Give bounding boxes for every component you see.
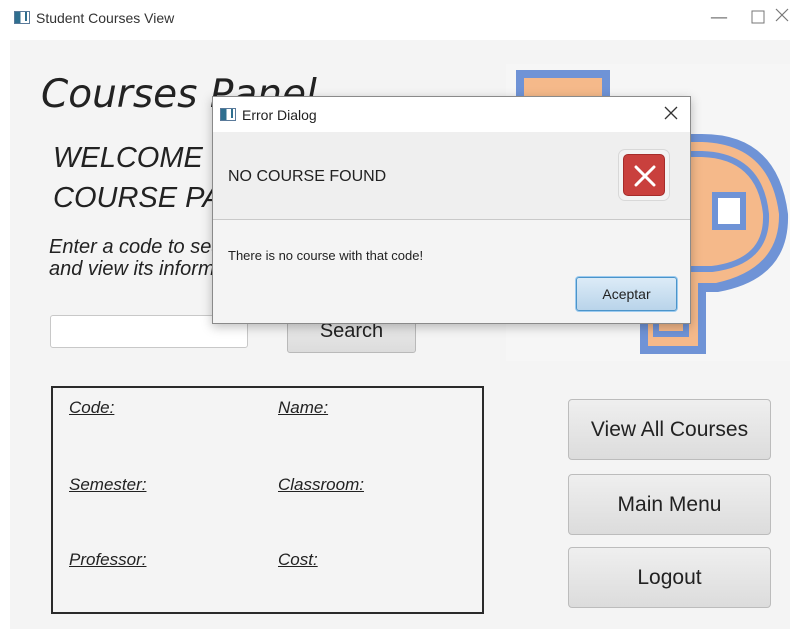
dialog-app-icon bbox=[220, 108, 236, 121]
minimize-icon[interactable]: — bbox=[707, 6, 731, 30]
dialog-close-icon[interactable] bbox=[658, 101, 684, 127]
semester-label: Semester: bbox=[69, 475, 147, 494]
dialog-header: NO COURSE FOUND bbox=[213, 132, 690, 220]
classroom-label: Classroom: bbox=[278, 475, 364, 494]
dialog-header-text: NO COURSE FOUND bbox=[228, 168, 387, 185]
dialog-content-text: There is no course with that code! bbox=[228, 248, 424, 263]
window-title: Student Courses View bbox=[36, 10, 175, 26]
logout-button[interactable]: Logout bbox=[568, 547, 771, 608]
view-all-courses-button[interactable]: View All Courses bbox=[568, 399, 771, 460]
error-icon bbox=[618, 149, 670, 201]
app-icon bbox=[14, 11, 30, 24]
maximize-icon[interactable] bbox=[746, 7, 770, 31]
dialog-title: Error Dialog bbox=[242, 107, 317, 123]
professor-label: Professor: bbox=[69, 550, 147, 569]
name-label: Name: bbox=[278, 398, 329, 417]
code-label: Code: bbox=[69, 398, 115, 417]
accept-button[interactable]: Aceptar bbox=[576, 277, 677, 311]
error-dialog: Error Dialog NO COURSE FOUND There is no… bbox=[212, 96, 691, 324]
course-info-box: Code: Name: Semester: Classroom: Profess… bbox=[51, 386, 484, 614]
cost-label: Cost: bbox=[278, 550, 318, 569]
dialog-titlebar: Error Dialog bbox=[213, 97, 690, 132]
window-titlebar: Student Courses View — bbox=[0, 0, 790, 40]
main-menu-button[interactable]: Main Menu bbox=[568, 474, 771, 535]
close-icon[interactable] bbox=[770, 6, 790, 30]
